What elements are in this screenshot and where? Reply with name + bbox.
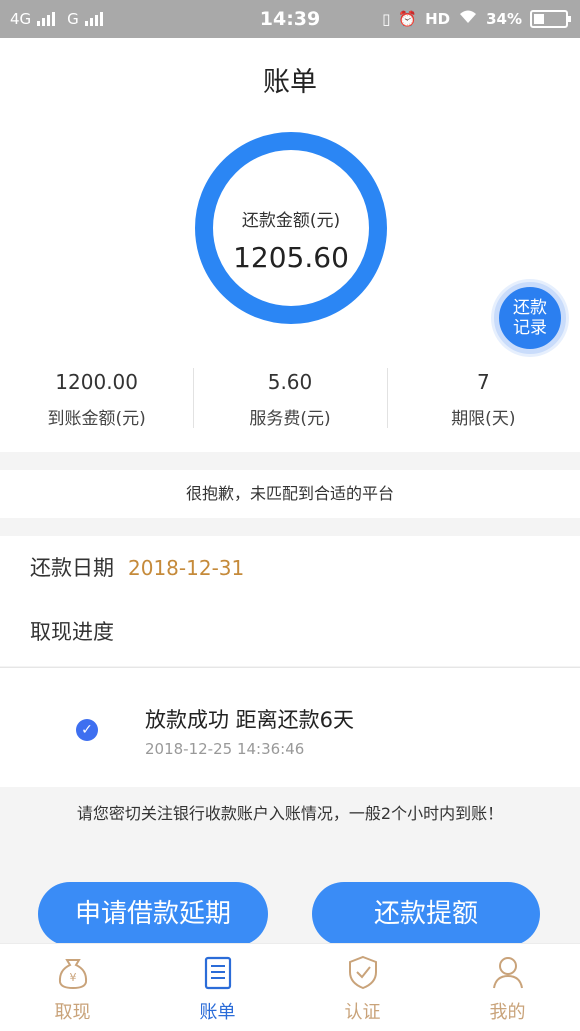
repay-amount-value: 1205.60 <box>233 241 349 274</box>
check-icon: ✓ <box>76 719 98 741</box>
battery-icon <box>530 10 571 28</box>
tab-label: 账单 <box>199 1002 236 1023</box>
hd-label: HD <box>425 10 451 28</box>
wifi-icon <box>458 9 478 29</box>
tab-label: 取现 <box>54 1002 91 1023</box>
stat-label: 到账金额(元) <box>47 409 146 429</box>
user-icon <box>492 957 523 989</box>
money-bag-icon: ¥ <box>58 959 87 990</box>
repay-date-label: 还款日期 <box>30 556 114 580</box>
repay-date-value: 2018-12-31 <box>128 556 245 580</box>
status-bar: 4G G 14:39 ▯ ⏰ HD 34% <box>0 0 580 38</box>
bill-summary: 账单 还款金额(元) 1205.60 还款 记录 1200.00 到账金额(元)… <box>0 38 580 452</box>
repay-amount-label: 还款金额(元) <box>241 211 341 231</box>
vibrate-icon: ▯ <box>382 10 391 28</box>
repay-increase-button[interactable]: 还款提额 <box>312 882 540 946</box>
no-platform-notice: 很抱歉，未匹配到合适的平台 <box>0 470 580 518</box>
repay-record-button[interactable]: 还款 记录 <box>494 282 566 354</box>
tab-verify[interactable]: 认证 <box>290 944 435 1031</box>
stats-row: 1200.00 到账金额(元) 5.60 服务费(元) 7 期限(天) <box>0 368 580 430</box>
stat-term: 7 期限(天) <box>386 368 580 430</box>
battery-percent: 34% <box>486 10 522 28</box>
stat-value: 5.60 <box>267 370 313 394</box>
repay-record-line2: 记录 <box>513 318 547 338</box>
apply-extension-button[interactable]: 申请借款延期 <box>38 882 268 946</box>
stat-label: 期限(天) <box>451 409 516 429</box>
arrival-tip: 请您密切关注银行收款账户入账情况，一般2个小时内到账！ <box>76 804 504 823</box>
stat-service-fee: 5.60 服务费(元) <box>193 368 386 430</box>
stat-value: 7 <box>476 370 490 394</box>
stat-label: 服务费(元) <box>249 409 331 429</box>
tab-bill[interactable]: 账单 <box>145 944 290 1031</box>
bill-icon <box>204 956 231 990</box>
battery-fill <box>534 14 545 24</box>
stat-value: 1200.00 <box>55 370 139 394</box>
bottom-tab-bar: ¥ 取现 账单 认证 我的 <box>0 943 580 1031</box>
stat-received: 1200.00 到账金额(元) <box>0 368 193 430</box>
progress-label: 取现进度 <box>30 620 114 644</box>
repay-date-row: 还款日期 2018-12-31 <box>30 552 244 582</box>
tab-label: 我的 <box>489 1002 526 1023</box>
repay-amount-ring: 还款金额(元) 1205.60 <box>195 132 387 324</box>
tab-label: 认证 <box>344 1002 381 1023</box>
svg-text:¥: ¥ <box>69 971 76 984</box>
repay-info: 还款日期 2018-12-31 取现进度 <box>0 536 580 666</box>
repay-record-line1: 还款 <box>513 298 547 318</box>
shield-check-icon <box>348 955 377 990</box>
alarm-icon: ⏰ <box>398 10 418 28</box>
progress-time: 2018-12-25 14:36:46 <box>145 740 305 758</box>
progress-title: 放款成功 距离还款6天 <box>145 708 355 732</box>
status-icons: ▯ ⏰ HD 34% <box>382 9 571 29</box>
tab-mine[interactable]: 我的 <box>435 944 580 1031</box>
page-title: 账单 <box>263 67 317 98</box>
progress-item: ✓ 放款成功 距离还款6天 2018-12-25 14:36:46 <box>0 667 580 787</box>
tab-withdraw[interactable]: ¥ 取现 <box>0 944 145 1031</box>
